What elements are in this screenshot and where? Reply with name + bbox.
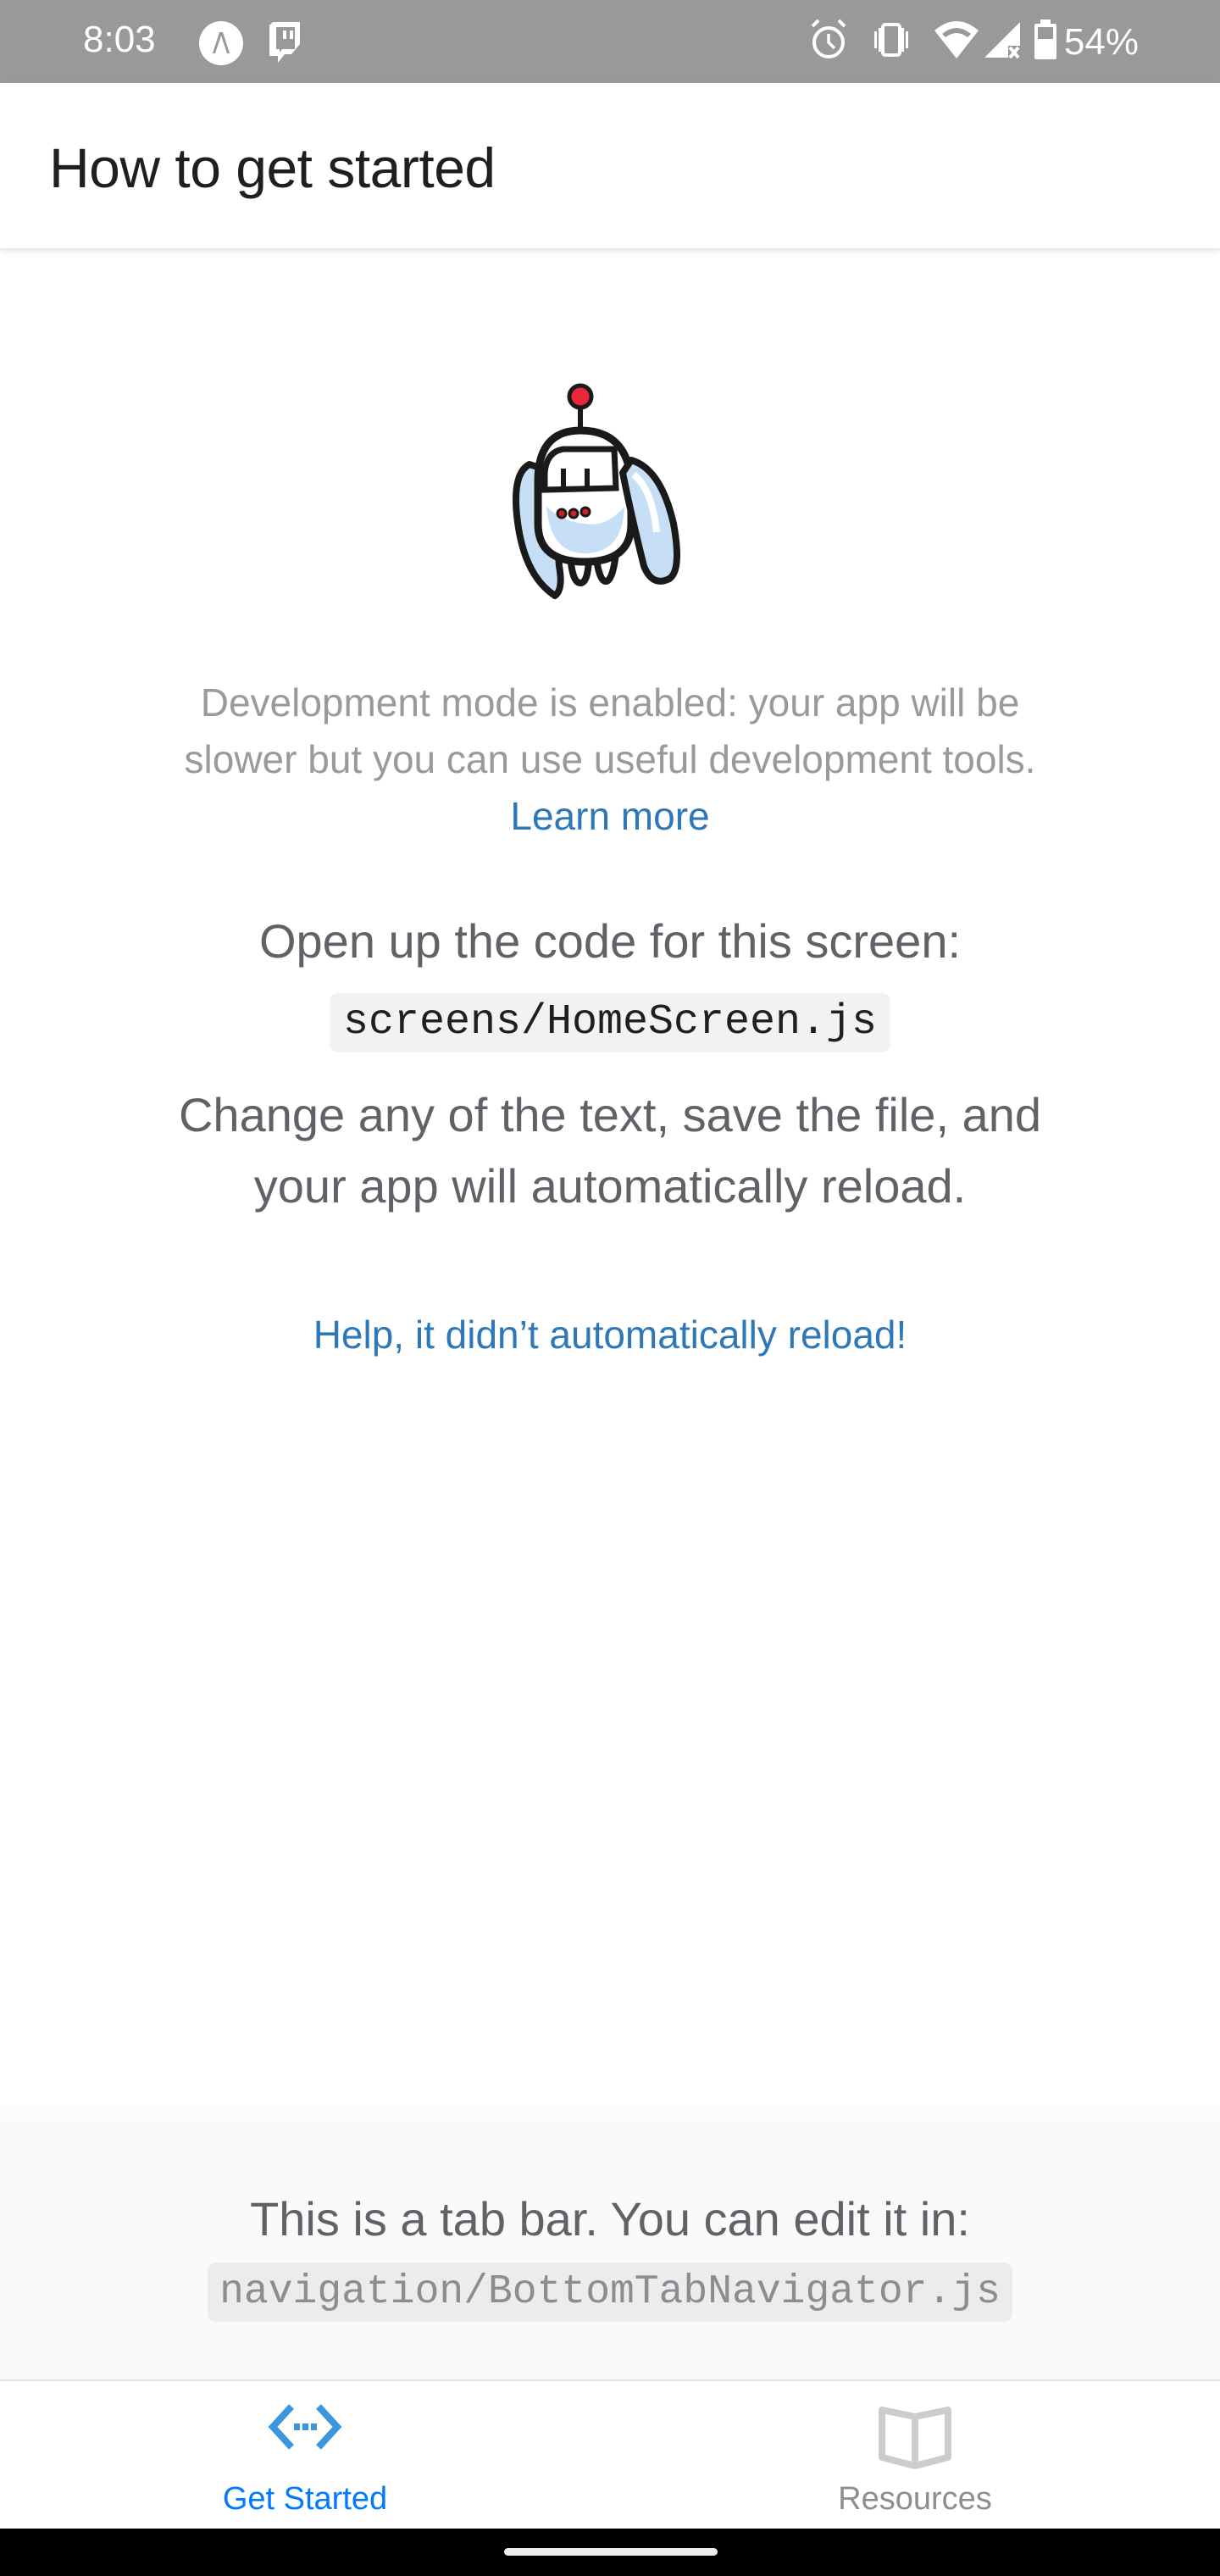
home-screen-file-path: screens/HomeScreen.js	[329, 993, 891, 1052]
tab-get-started-label: Get Started	[222, 2481, 388, 2517]
dev-mode-text: Development mode is enabled: your app wi…	[0, 675, 1220, 788]
system-nav-bar	[0, 2529, 1220, 2576]
wifi-icon	[934, 20, 979, 64]
book-icon	[877, 2405, 953, 2473]
tab-bar-info-text: This is a tab bar. You can edit it in:	[250, 2192, 970, 2246]
robot-dev-icon	[504, 380, 686, 617]
status-bar: 8:03 54%	[0, 0, 1220, 83]
tab-resources[interactable]: Resources	[610, 2381, 1220, 2529]
expo-a-icon	[198, 20, 244, 70]
signal-no-data-icon	[983, 20, 1022, 64]
learn-more-link[interactable]: Learn more	[0, 788, 1220, 845]
twitch-icon	[268, 20, 302, 69]
change-text: Change any of the text, save the file, a…	[0, 1080, 1220, 1222]
battery-icon	[1034, 19, 1057, 64]
home-screen-path-container: screens/HomeScreen.js	[0, 993, 1220, 1052]
dev-mode-message: Development mode is enabled: your app wi…	[184, 680, 1036, 781]
page-title: How to get started	[49, 136, 496, 199]
tab-bar-info: This is a tab bar. You can edit it in: n…	[0, 2105, 1220, 2379]
help-reload-link[interactable]: Help, it didn’t automatically reload!	[0, 1305, 1220, 1364]
tab-resources-label: Resources	[838, 2481, 992, 2517]
vibrate-icon	[873, 23, 910, 61]
change-message: Change any of the text, save the file, a…	[178, 1088, 1041, 1213]
tab-navigator-file-path: navigation/BottomTabNavigator.js	[208, 2262, 1012, 2322]
tab-navigator-path-container: navigation/BottomTabNavigator.js	[0, 2262, 1220, 2322]
header: How to get started	[0, 83, 1220, 249]
battery-percent: 54%	[1063, 20, 1139, 63]
code-brackets-icon	[266, 2401, 344, 2457]
tab-get-started[interactable]: Get Started	[0, 2381, 610, 2529]
alarm-icon	[810, 19, 847, 65]
home-gesture-handle[interactable]	[504, 2548, 718, 2556]
bottom-tab-bar: Get Started Resources	[0, 2379, 1220, 2529]
open-code-text: Open up the code for this screen:	[258, 914, 962, 968]
status-time: 8:03	[83, 19, 156, 60]
